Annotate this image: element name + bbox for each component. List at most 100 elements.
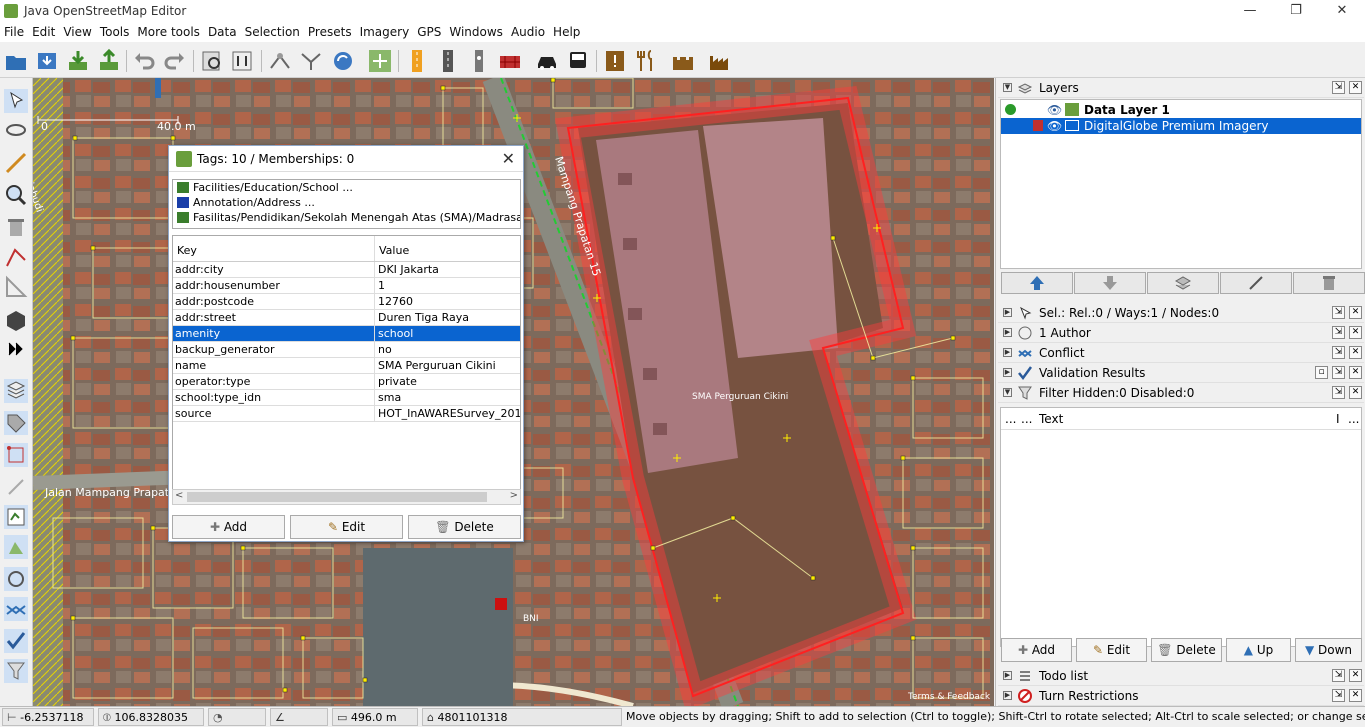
filter-down-button[interactable]: ▼ Down: [1295, 638, 1362, 662]
extrude-icon[interactable]: [3, 306, 29, 332]
horizontal-scrollbar[interactable]: < >: [172, 489, 521, 505]
active-layer-icon[interactable]: [1005, 104, 1016, 115]
hiding-column-header[interactable]: ...: [1021, 412, 1032, 426]
authors-panel-header[interactable]: ▶ 1 Author ⇲ ✕: [998, 323, 1364, 343]
close-button[interactable]: ✕: [1319, 0, 1365, 22]
poi-icon[interactable]: [602, 48, 628, 74]
draw-mode-icon[interactable]: [3, 150, 29, 176]
layer-properties-button[interactable]: [1220, 272, 1292, 294]
select-mode-icon[interactable]: [3, 88, 29, 114]
zoom-mode-icon[interactable]: [3, 182, 29, 208]
menu-view[interactable]: View: [59, 22, 95, 39]
open-file-icon[interactable]: [3, 48, 29, 74]
bus-icon[interactable]: [565, 48, 591, 74]
text-column-header[interactable]: Text: [1039, 412, 1063, 426]
layer-row[interactable]: 👁 Data Layer 1: [1001, 102, 1361, 118]
parallel-mode-icon[interactable]: [3, 244, 29, 270]
todo-panel-header[interactable]: ▶ Todo list ⇲ ✕: [998, 666, 1364, 686]
edit-tag-button[interactable]: ✎ Edit: [290, 515, 403, 539]
delete-mode-icon[interactable]: [3, 214, 29, 240]
map-view[interactable]: Jalan Setiabudi Jalan Mampang Prapatan M…: [33, 78, 994, 706]
detach-icon[interactable]: ⇲: [1332, 346, 1345, 359]
distance-field[interactable]: ▭ 496.0 m: [332, 708, 418, 726]
detach-icon[interactable]: ⇲: [1332, 669, 1345, 682]
menu-presets[interactable]: Presets: [304, 22, 356, 39]
delete-layer-button[interactable]: [1293, 272, 1365, 294]
menu-edit[interactable]: Edit: [28, 22, 59, 39]
add-tag-button[interactable]: ✚ Add: [172, 515, 285, 539]
combine-way-icon[interactable]: [298, 48, 324, 74]
imagery-offset-icon[interactable]: [1033, 120, 1043, 131]
download-icon[interactable]: [65, 48, 91, 74]
expand-icon[interactable]: ▶: [1003, 328, 1012, 337]
menu-more-tools[interactable]: More tools: [133, 22, 204, 39]
detach-icon[interactable]: ⇲: [1332, 306, 1345, 319]
detach-icon[interactable]: ⇲: [1332, 366, 1345, 379]
commands-list-icon[interactable]: [3, 504, 29, 530]
relation-list-icon[interactable]: [3, 474, 29, 500]
conflict-icon[interactable]: [3, 596, 29, 622]
heading-field[interactable]: ◔: [208, 708, 266, 726]
conflict-panel-header[interactable]: ▶ Conflict ⇲ ✕: [998, 343, 1364, 363]
turn-restrictions-panel-header[interactable]: ▶ Turn Restrictions ⇲ ✕: [998, 686, 1364, 706]
preset-road-orange-icon[interactable]: [404, 48, 430, 74]
restaurant-icon[interactable]: [633, 48, 659, 74]
longitude-field[interactable]: ⦶ 106.8328035: [98, 708, 204, 726]
table-row[interactable]: name SMA Perguruan Cikini: [173, 358, 520, 374]
value-column-header[interactable]: Value: [375, 236, 413, 261]
merge-layer-button[interactable]: [1147, 272, 1219, 294]
close-panel-icon[interactable]: ✕: [1349, 346, 1362, 359]
angle-field[interactable]: ∠: [270, 708, 328, 726]
maximize-button[interactable]: ❐: [1273, 0, 1319, 22]
validation-panel-header[interactable]: ▶ Validation Results ▫ ⇲ ✕: [998, 363, 1364, 383]
preset-barrier-icon[interactable]: [497, 48, 523, 74]
detach-icon[interactable]: ⇲: [1332, 386, 1345, 399]
preferences-icon[interactable]: [229, 48, 255, 74]
table-row[interactable]: addr:street Duren Tiga Raya: [173, 310, 520, 326]
preset-link[interactable]: Fasilitas/Pendidikan/Sekolah Menengah At…: [173, 210, 520, 225]
menu-data[interactable]: Data: [204, 22, 241, 39]
preset-road-icon[interactable]: [435, 48, 461, 74]
close-panel-icon[interactable]: ✕: [1349, 689, 1362, 702]
reverse-way-icon[interactable]: [330, 48, 356, 74]
menu-selection[interactable]: Selection: [241, 22, 304, 39]
collapse-icon[interactable]: ▼: [1003, 388, 1012, 397]
enabled-column-header[interactable]: ...: [1005, 412, 1016, 426]
latitude-field[interactable]: ⊢ -6.2537118: [2, 708, 94, 726]
inverted-column-header[interactable]: I: [1336, 412, 1340, 426]
minimize-button[interactable]: —: [1227, 0, 1273, 22]
panel-settings-icon[interactable]: ▫: [1315, 366, 1328, 379]
undo-icon[interactable]: [131, 48, 157, 74]
menu-tools[interactable]: Tools: [96, 22, 134, 39]
menu-audio[interactable]: Audio: [507, 22, 549, 39]
layer-row-selected[interactable]: 👁 DigitalGlobe Premium Imagery: [1001, 118, 1361, 134]
expand-icon[interactable]: ▶: [1003, 348, 1012, 357]
selection-panel-header[interactable]: ▶ Sel.: Rel.:0 / Ways:1 / Nodes:0 ⇲ ✕: [998, 303, 1364, 323]
filter-edit-button[interactable]: ✎ Edit: [1076, 638, 1147, 662]
expand-icon[interactable]: ▶: [1003, 671, 1012, 680]
table-row[interactable]: operator:type private: [173, 374, 520, 390]
visibility-eye-icon[interactable]: 👁: [1047, 102, 1062, 118]
menu-gps[interactable]: GPS: [413, 22, 445, 39]
table-row[interactable]: source HOT_InAWARESurvey_2017: [173, 406, 520, 422]
mode-column-header[interactable]: ...: [1348, 412, 1359, 426]
filter-icon[interactable]: [3, 658, 29, 684]
table-row[interactable]: addr:postcode 12760: [173, 294, 520, 310]
lasso-mode-icon[interactable]: [3, 120, 29, 146]
expand-icon[interactable]: ▶: [1003, 308, 1012, 317]
collapse-icon[interactable]: ▼: [1003, 83, 1012, 92]
close-panel-icon[interactable]: ✕: [1349, 669, 1362, 682]
delete-tag-button[interactable]: 🗑 Delete: [408, 515, 521, 539]
table-row[interactable]: school:type_idn sma: [173, 390, 520, 406]
factory-icon[interactable]: [707, 48, 733, 74]
detach-icon[interactable]: ⇲: [1332, 81, 1345, 94]
menu-imagery[interactable]: Imagery: [356, 22, 414, 39]
scroll-right-icon[interactable]: >: [510, 490, 518, 501]
close-panel-icon[interactable]: ✕: [1349, 366, 1362, 379]
castle-icon[interactable]: [670, 48, 696, 74]
zoom-to-selection-icon[interactable]: [199, 48, 225, 74]
key-column-header[interactable]: Key: [173, 236, 375, 261]
filter-up-button[interactable]: ▲ Up: [1226, 638, 1291, 662]
preset-link[interactable]: Facilities/Education/School ...: [173, 180, 520, 195]
visibility-eye-icon[interactable]: 👁: [1047, 118, 1062, 134]
